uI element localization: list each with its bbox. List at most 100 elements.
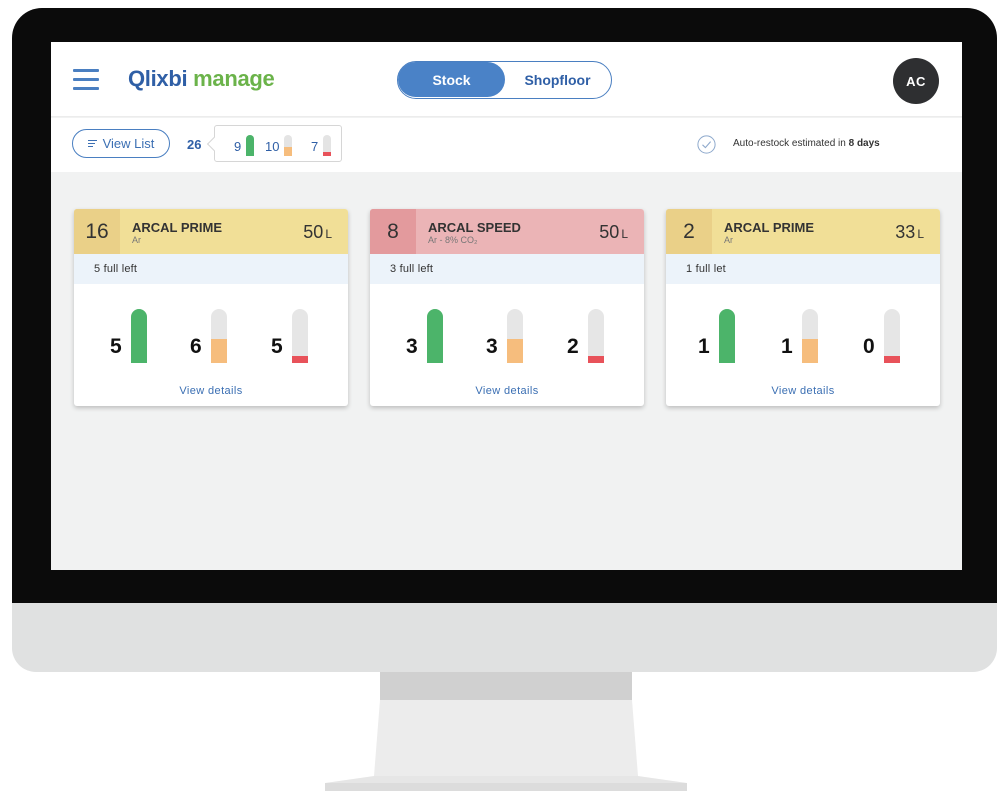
product-card[interactable]: 8 ARCAL SPEED Ar - 8% CO₂ 50 L 3 full lef… <box>370 209 644 406</box>
tube-count: 0 <box>863 335 875 358</box>
cylinder-icon <box>426 309 443 363</box>
tube-partial: 1 <box>781 309 818 363</box>
cylinder-fill <box>883 355 900 363</box>
tube-full: 5 <box>110 309 147 363</box>
tube-count: 6 <box>190 335 202 358</box>
total-count: 26 <box>187 137 202 152</box>
cylinder-icon <box>246 135 255 156</box>
restock-value: 8 days <box>848 138 880 149</box>
view-details-link[interactable]: View details <box>74 385 348 397</box>
card-volume-unit: L <box>917 227 924 241</box>
tube-count: 5 <box>110 335 122 358</box>
logo-brand: Qlixbi <box>128 66 188 91</box>
hamburger-icon[interactable] <box>73 69 99 91</box>
view-list-label: View List <box>102 136 155 151</box>
cylinder-fill <box>323 152 332 156</box>
tab-stock[interactable]: Stock <box>398 62 505 97</box>
cylinder-icon <box>210 309 227 363</box>
cylinder-icon <box>718 309 735 363</box>
top-bar: Qlixbi manage Stock Shopfloor AC <box>51 42 962 117</box>
card-product-name: ARCAL PRIME <box>724 220 815 235</box>
card-volume: 50 L <box>599 222 628 243</box>
tube-count: 1 <box>698 335 710 358</box>
card-header: 8 ARCAL SPEED Ar - 8% CO₂ 50 L <box>370 209 644 254</box>
summary-partial: 10 <box>265 135 293 156</box>
card-count: 2 <box>666 209 712 254</box>
card-gas: Ar <box>132 235 141 245</box>
card-count: 8 <box>370 209 416 254</box>
cylinder-fill <box>246 135 255 156</box>
check-circle-icon <box>697 135 716 154</box>
cylinder-icon <box>323 135 332 156</box>
card-volume-value: 50 <box>599 222 620 242</box>
app-screen: Qlixbi manage Stock Shopfloor AC View Li… <box>51 42 962 570</box>
tube-empty: 2 <box>567 309 604 363</box>
tube-full: 3 <box>406 309 443 363</box>
tube-count: 3 <box>486 335 498 358</box>
card-gas: Ar - 8% CO₂ <box>428 235 478 245</box>
cylinder-icon <box>291 309 308 363</box>
view-list-button[interactable]: View List <box>72 129 170 158</box>
stock-toolbar: View List 26 9 10 7 Auto-restock estimat… <box>51 118 962 172</box>
card-volume-unit: L <box>621 227 628 241</box>
cylinder-fill <box>284 146 293 156</box>
auto-restock-text: Auto-restock estimated in 8 days <box>733 138 880 149</box>
tube-partial: 6 <box>190 309 227 363</box>
cylinder-fill <box>506 338 523 363</box>
card-header: 16 ARCAL PRIME Ar 50 L <box>74 209 348 254</box>
card-volume-value: 33 <box>895 222 916 242</box>
card-product-name: ARCAL PRIME <box>132 220 223 235</box>
summary-count: 9 <box>234 139 242 154</box>
card-volume: 33 L <box>895 222 924 243</box>
logo-product: manage <box>193 66 275 91</box>
cylinder-icon <box>801 309 818 363</box>
card-full-left: 5 full left <box>74 254 348 284</box>
summary-count: 7 <box>311 139 319 154</box>
stock-summary: 9 10 7 <box>214 125 342 162</box>
cylinder-fill <box>130 309 147 363</box>
card-full-left: 3 full left <box>370 254 644 284</box>
cylinder-icon <box>587 309 604 363</box>
cylinder-icon <box>883 309 900 363</box>
list-icon <box>87 138 97 149</box>
view-toggle: Stock Shopfloor <box>397 61 612 99</box>
cylinder-icon <box>130 309 147 363</box>
cylinder-icon <box>284 135 293 156</box>
tube-full: 1 <box>698 309 735 363</box>
view-details-link[interactable]: View details <box>370 385 644 397</box>
summary-empty: 7 <box>311 135 332 156</box>
app-logo[interactable]: Qlixbi manage <box>128 66 275 92</box>
monitor-chin <box>12 603 997 672</box>
tube-empty: 5 <box>271 309 308 363</box>
summary-full: 9 <box>234 135 255 156</box>
cylinder-fill <box>426 309 443 363</box>
tube-count: 2 <box>567 335 579 358</box>
card-count: 16 <box>74 209 120 254</box>
tube-partial: 3 <box>486 309 523 363</box>
monitor-foot <box>325 783 687 791</box>
product-card[interactable]: 2 ARCAL PRIME Ar 33 L 1 full let 1 1 0 Vi… <box>666 209 940 406</box>
card-volume-value: 50 <box>303 222 324 242</box>
card-header: 2 ARCAL PRIME Ar 33 L <box>666 209 940 254</box>
cylinder-fill <box>587 355 604 363</box>
card-volume: 50 L <box>303 222 332 243</box>
card-full-left: 1 full let <box>666 254 940 284</box>
summary-count: 10 <box>265 139 280 154</box>
tube-count: 5 <box>271 335 283 358</box>
card-volume-unit: L <box>325 227 332 241</box>
cylinder-fill <box>801 338 818 363</box>
tab-shopfloor[interactable]: Shopfloor <box>505 62 610 97</box>
cylinder-icon <box>506 309 523 363</box>
user-avatar[interactable]: AC <box>893 58 939 104</box>
cylinder-fill <box>718 309 735 363</box>
cylinder-fill <box>210 338 227 363</box>
tube-empty: 0 <box>863 309 900 363</box>
tube-count: 3 <box>406 335 418 358</box>
card-gas: Ar <box>724 235 733 245</box>
cylinder-fill <box>291 355 308 363</box>
monitor-stand <box>325 672 687 786</box>
product-card[interactable]: 16 ARCAL PRIME Ar 50 L 5 full left 5 6 5 … <box>74 209 348 406</box>
restock-prefix: Auto-restock estimated in <box>733 138 849 149</box>
view-details-link[interactable]: View details <box>666 385 940 397</box>
tube-count: 1 <box>781 335 793 358</box>
